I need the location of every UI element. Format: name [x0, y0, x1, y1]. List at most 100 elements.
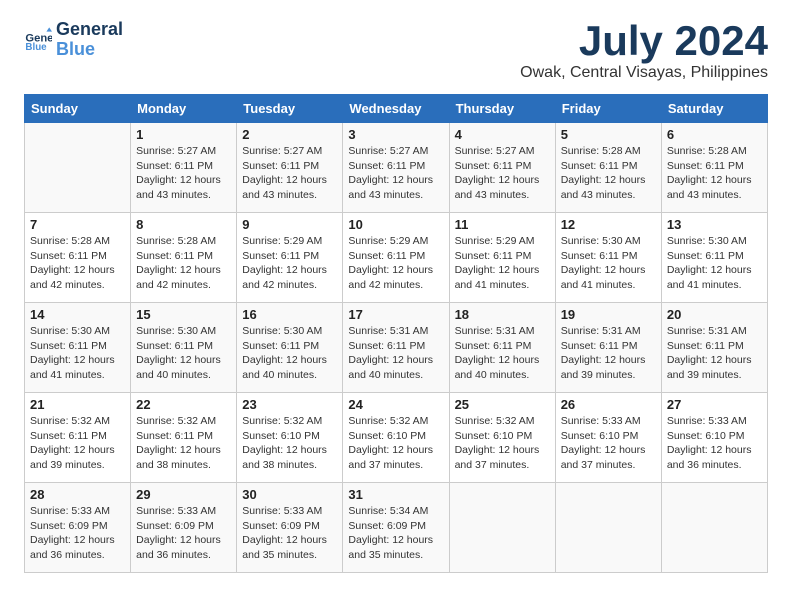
day-info: Sunrise: 5:31 AMSunset: 6:11 PMDaylight:… [561, 324, 656, 383]
day-number: 30 [242, 487, 337, 502]
calendar-header-row: SundayMondayTuesdayWednesdayThursdayFrid… [25, 95, 768, 123]
calendar-cell: 19 Sunrise: 5:31 AMSunset: 6:11 PMDayligh… [555, 303, 661, 393]
day-number: 22 [136, 397, 231, 412]
calendar-cell: 8 Sunrise: 5:28 AMSunset: 6:11 PMDaylight… [131, 213, 237, 303]
day-number: 26 [561, 397, 656, 412]
header-day-tuesday: Tuesday [237, 95, 343, 123]
calendar-cell: 24 Sunrise: 5:32 AMSunset: 6:10 PMDayligh… [343, 393, 449, 483]
calendar-week-row: 28 Sunrise: 5:33 AMSunset: 6:09 PMDayligh… [25, 483, 768, 573]
day-number: 3 [348, 127, 443, 142]
calendar-cell: 14Sunrise: 5:30 AMSunset: 6:11 PMDayligh… [25, 303, 131, 393]
calendar-cell [555, 483, 661, 573]
calendar-cell: 4 Sunrise: 5:27 AMSunset: 6:11 PMDaylight… [449, 123, 555, 213]
day-number: 16 [242, 307, 337, 322]
day-info: Sunrise: 5:32 AMSunset: 6:11 PMDaylight:… [30, 414, 125, 473]
day-number: 29 [136, 487, 231, 502]
day-info: Sunrise: 5:27 AMSunset: 6:11 PMDaylight:… [136, 144, 231, 203]
logo-icon: General Blue [24, 26, 52, 54]
day-number: 27 [667, 397, 762, 412]
day-number: 28 [30, 487, 125, 502]
calendar-cell: 27 Sunrise: 5:33 AMSunset: 6:10 PMDayligh… [661, 393, 767, 483]
day-info: Sunrise: 5:33 AMSunset: 6:09 PMDaylight:… [30, 504, 125, 563]
day-info: Sunrise: 5:32 AMSunset: 6:10 PMDaylight:… [242, 414, 337, 473]
calendar-cell: 20Sunrise: 5:31 AMSunset: 6:11 PMDayligh… [661, 303, 767, 393]
month-title: July 2024 [520, 20, 768, 62]
calendar-cell: 15 Sunrise: 5:30 AMSunset: 6:11 PMDayligh… [131, 303, 237, 393]
day-info: Sunrise: 5:32 AMSunset: 6:10 PMDaylight:… [455, 414, 550, 473]
logo-text: General Blue [56, 20, 123, 60]
day-number: 1 [136, 127, 231, 142]
day-info: Sunrise: 5:31 AMSunset: 6:11 PMDaylight:… [455, 324, 550, 383]
logo: General Blue General Blue [24, 20, 123, 60]
day-info: Sunrise: 5:30 AMSunset: 6:11 PMDaylight:… [30, 324, 125, 383]
calendar-cell: 30Sunrise: 5:33 AMSunset: 6:09 PMDayligh… [237, 483, 343, 573]
day-number: 4 [455, 127, 550, 142]
calendar-cell [661, 483, 767, 573]
calendar-cell: 23 Sunrise: 5:32 AMSunset: 6:10 PMDayligh… [237, 393, 343, 483]
day-number: 7 [30, 217, 125, 232]
day-number: 10 [348, 217, 443, 232]
calendar-cell: 7 Sunrise: 5:28 AMSunset: 6:11 PMDaylight… [25, 213, 131, 303]
day-number: 8 [136, 217, 231, 232]
calendar-cell: 29 Sunrise: 5:33 AMSunset: 6:09 PMDayligh… [131, 483, 237, 573]
day-number: 5 [561, 127, 656, 142]
day-info: Sunrise: 5:29 AMSunset: 6:11 PMDaylight:… [242, 234, 337, 293]
calendar-cell: 28 Sunrise: 5:33 AMSunset: 6:09 PMDayligh… [25, 483, 131, 573]
day-info: Sunrise: 5:30 AMSunset: 6:11 PMDaylight:… [242, 324, 337, 383]
day-number: 25 [455, 397, 550, 412]
day-number: 23 [242, 397, 337, 412]
calendar-cell: 17Sunrise: 5:31 AMSunset: 6:11 PMDayligh… [343, 303, 449, 393]
calendar-cell: 12 Sunrise: 5:30 AMSunset: 6:11 PMDayligh… [555, 213, 661, 303]
day-info: Sunrise: 5:31 AMSunset: 6:11 PMDaylight:… [348, 324, 443, 383]
calendar-cell [449, 483, 555, 573]
day-number: 11 [455, 217, 550, 232]
day-info: Sunrise: 5:29 AMSunset: 6:11 PMDaylight:… [348, 234, 443, 293]
header-day-saturday: Saturday [661, 95, 767, 123]
location-title: Owak, Central Visayas, Philippines [520, 64, 768, 82]
calendar-cell: 11 Sunrise: 5:29 AMSunset: 6:11 PMDayligh… [449, 213, 555, 303]
day-number: 9 [242, 217, 337, 232]
day-info: Sunrise: 5:33 AMSunset: 6:10 PMDaylight:… [561, 414, 656, 473]
day-number: 19 [561, 307, 656, 322]
calendar-table: SundayMondayTuesdayWednesdayThursdayFrid… [24, 94, 768, 573]
calendar-cell: 16 Sunrise: 5:30 AMSunset: 6:11 PMDayligh… [237, 303, 343, 393]
day-number: 31 [348, 487, 443, 502]
day-info: Sunrise: 5:27 AMSunset: 6:11 PMDaylight:… [455, 144, 550, 203]
day-number: 20 [667, 307, 762, 322]
day-info: Sunrise: 5:28 AMSunset: 6:11 PMDaylight:… [667, 144, 762, 203]
calendar-cell: 1 Sunrise: 5:27 AMSunset: 6:11 PMDaylight… [131, 123, 237, 213]
calendar-cell [25, 123, 131, 213]
calendar-cell: 25 Sunrise: 5:32 AMSunset: 6:10 PMDayligh… [449, 393, 555, 483]
day-number: 24 [348, 397, 443, 412]
day-info: Sunrise: 5:33 AMSunset: 6:09 PMDaylight:… [136, 504, 231, 563]
calendar-cell: 10 Sunrise: 5:29 AMSunset: 6:11 PMDayligh… [343, 213, 449, 303]
day-number: 6 [667, 127, 762, 142]
day-info: Sunrise: 5:30 AMSunset: 6:11 PMDaylight:… [136, 324, 231, 383]
calendar-cell: 13 Sunrise: 5:30 AMSunset: 6:11 PMDayligh… [661, 213, 767, 303]
day-info: Sunrise: 5:28 AMSunset: 6:11 PMDaylight:… [30, 234, 125, 293]
day-info: Sunrise: 5:28 AMSunset: 6:11 PMDaylight:… [136, 234, 231, 293]
day-info: Sunrise: 5:27 AMSunset: 6:11 PMDaylight:… [348, 144, 443, 203]
svg-text:Blue: Blue [25, 42, 47, 53]
day-number: 2 [242, 127, 337, 142]
day-number: 12 [561, 217, 656, 232]
day-info: Sunrise: 5:28 AMSunset: 6:11 PMDaylight:… [561, 144, 656, 203]
header-day-friday: Friday [555, 95, 661, 123]
day-number: 13 [667, 217, 762, 232]
calendar-week-row: 1 Sunrise: 5:27 AMSunset: 6:11 PMDaylight… [25, 123, 768, 213]
day-info: Sunrise: 5:30 AMSunset: 6:11 PMDaylight:… [561, 234, 656, 293]
calendar-cell: 18 Sunrise: 5:31 AMSunset: 6:11 PMDayligh… [449, 303, 555, 393]
header-day-sunday: Sunday [25, 95, 131, 123]
calendar-cell: 9 Sunrise: 5:29 AMSunset: 6:11 PMDaylight… [237, 213, 343, 303]
calendar-week-row: 21Sunrise: 5:32 AMSunset: 6:11 PMDayligh… [25, 393, 768, 483]
header-day-thursday: Thursday [449, 95, 555, 123]
day-info: Sunrise: 5:30 AMSunset: 6:11 PMDaylight:… [667, 234, 762, 293]
day-number: 15 [136, 307, 231, 322]
day-info: Sunrise: 5:29 AMSunset: 6:11 PMDaylight:… [455, 234, 550, 293]
calendar-cell: 31Sunrise: 5:34 AMSunset: 6:09 PMDayligh… [343, 483, 449, 573]
header-day-wednesday: Wednesday [343, 95, 449, 123]
day-info: Sunrise: 5:32 AMSunset: 6:10 PMDaylight:… [348, 414, 443, 473]
day-number: 18 [455, 307, 550, 322]
title-section: July 2024 Owak, Central Visayas, Philipp… [520, 20, 768, 82]
day-info: Sunrise: 5:33 AMSunset: 6:10 PMDaylight:… [667, 414, 762, 473]
